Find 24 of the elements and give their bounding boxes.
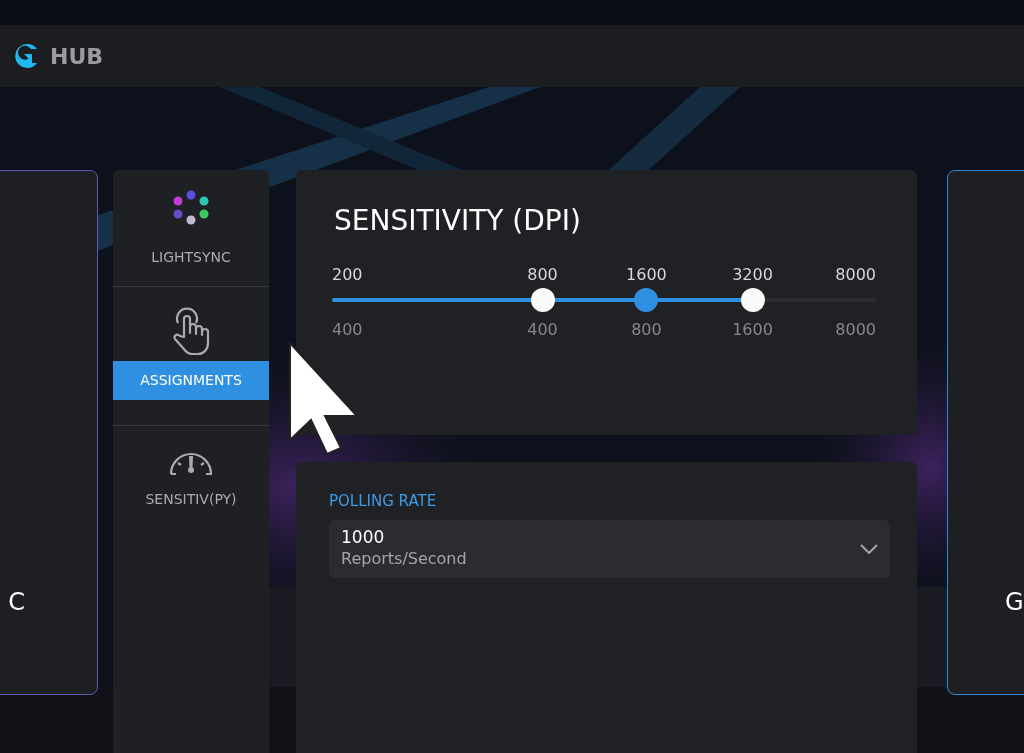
sidebar-item[interactable]: LIGHTSYNC [113,238,269,277]
device-card[interactable]: C [0,170,98,695]
slider-thumb[interactable] [530,287,555,312]
sidebar-item[interactable]: SENSITIV(PY) [113,480,269,519]
chevron-icon [860,543,878,554]
field-label: POLLING RATE [329,491,438,512]
panel-title: SENSITIVITY (DPI) [334,204,582,238]
dpi-value: 3200 [732,263,773,286]
dpi-value: 800 [527,263,558,286]
slider-thumb[interactable] [740,287,765,312]
device-card[interactable]: G [947,170,1024,695]
dpi-sub-value: 1600 [732,318,773,341]
dpi-sub-value: 400 [332,318,363,341]
app-title: HUB [50,42,104,71]
dpi-value: 1600 [626,263,667,286]
slider-thumb[interactable] [634,287,659,312]
dpi-sub-value: 8000 [835,318,876,341]
polling-rate-dropdown[interactable]: 1000 Reports/Second [329,519,890,578]
dpi-value: 8000 [835,263,876,286]
dpi-value: 200 [332,263,363,286]
dpi-sub-value: 800 [631,318,662,341]
dots-icon [172,190,210,226]
hand-icon [171,307,211,357]
dpi-sub-value: 400 [527,318,558,341]
